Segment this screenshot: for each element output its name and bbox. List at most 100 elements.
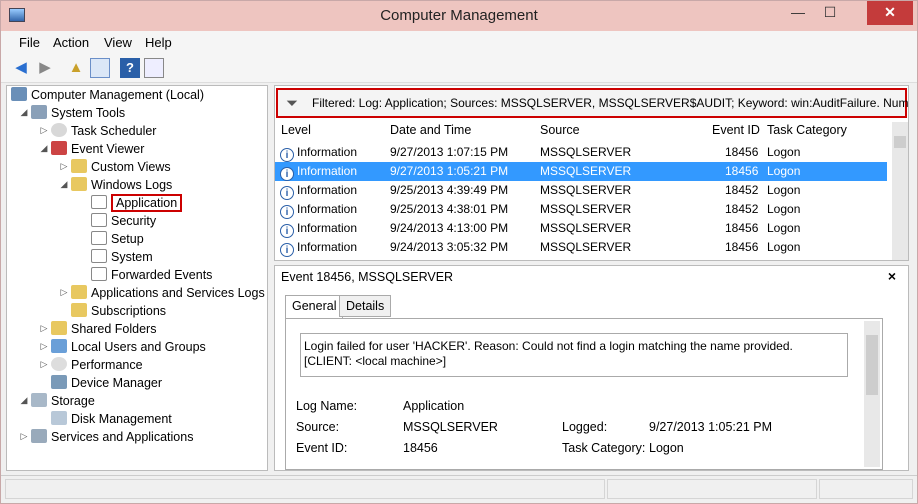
tree-storage[interactable]: Storage: [31, 392, 95, 410]
information-icon: i: [280, 167, 294, 181]
event-message[interactable]: Login failed for user 'HACKER'. Reason: …: [300, 333, 848, 377]
log-icon: [91, 195, 107, 209]
tree-windows-logs[interactable]: Windows Logs: [71, 176, 172, 194]
event-level: i Information: [280, 183, 357, 200]
expand-arrow-icon[interactable]: ▷: [39, 359, 49, 370]
tree-disk-management[interactable]: Disk Management: [51, 410, 172, 428]
tree-local-users[interactable]: Local Users and Groups: [51, 338, 206, 356]
menu-bar: File Action View Help: [1, 31, 917, 53]
scroll-thumb[interactable]: [894, 136, 906, 148]
close-button[interactable]: ✕: [867, 1, 913, 25]
clock-icon: [51, 123, 67, 137]
tree-shared-folders[interactable]: Shared Folders: [51, 320, 156, 338]
event-row[interactable]: i Information 9/27/2013 1:07:15 PM MSSQLSER…: [275, 143, 887, 162]
column-event-id[interactable]: Event ID: [712, 123, 760, 143]
event-date: 9/27/2013 1:05:21 PM: [390, 164, 509, 178]
expand-arrow-icon[interactable]: ▷: [39, 341, 49, 352]
disk-icon: [51, 411, 67, 425]
event-row[interactable]: i Information 9/25/2013 4:38:01 PM MSSQLSER…: [275, 200, 887, 219]
tree-security[interactable]: Security: [91, 212, 156, 230]
information-icon: i: [280, 224, 294, 238]
console-tree: Computer Management (Local) ◢ System Too…: [6, 85, 268, 471]
log-icon: [91, 267, 107, 281]
shared-folder-icon: [51, 321, 67, 335]
expand-arrow-icon[interactable]: ▷: [19, 431, 29, 442]
tree-services-apps[interactable]: Services and Applications: [31, 428, 193, 446]
information-icon: i: [280, 148, 294, 162]
tab-general[interactable]: General: [285, 295, 344, 319]
tree-custom-views[interactable]: Custom Views: [71, 158, 171, 176]
log-icon: [91, 249, 107, 263]
event-category: Logon: [767, 202, 801, 216]
event-row[interactable]: i Information 9/24/2013 3:05:32 PM MSSQLSER…: [275, 238, 887, 257]
collapse-arrow-icon[interactable]: ◢: [19, 395, 29, 406]
column-level[interactable]: Level: [281, 123, 311, 143]
tree-root[interactable]: Computer Management (Local): [11, 86, 204, 104]
detail-title: Event 18456, MSSQLSERVER: [281, 270, 454, 284]
event-row[interactable]: i Information 9/25/2013 4:39:49 PM MSSQLSER…: [275, 181, 887, 200]
event-source: MSSQLSERVER: [540, 164, 632, 178]
maximize-button[interactable]: ☐: [815, 1, 845, 25]
event-row[interactable]: i Information 9/27/2013 1:05:21 PM MSSQLSER…: [275, 162, 887, 181]
logged-value: 9/27/2013 1:05:21 PM: [649, 420, 773, 434]
column-task-category[interactable]: Task Category: [767, 123, 847, 143]
column-date-time[interactable]: Date and Time: [390, 123, 471, 143]
tree-application[interactable]: Application: [91, 194, 183, 212]
column-source[interactable]: Source: [540, 123, 580, 143]
menu-action[interactable]: Action: [53, 35, 89, 50]
tab-details[interactable]: Details: [339, 295, 392, 317]
tree-system-tools[interactable]: System Tools: [31, 104, 125, 122]
status-segment: [607, 479, 817, 499]
collapse-arrow-icon[interactable]: ◢: [19, 107, 29, 118]
event-id-label: Event ID:: [296, 441, 348, 455]
show-hide-tree-icon[interactable]: [90, 58, 110, 78]
tree-subscriptions[interactable]: Subscriptions: [71, 302, 166, 320]
title-bar[interactable]: Computer Management — ☐ ✕: [1, 1, 917, 31]
detail-scroll-thumb[interactable]: [866, 335, 878, 395]
event-list-pane: ⏷ Filtered: Log: Application; Sources: M…: [274, 85, 909, 261]
expand-arrow-icon[interactable]: ▷: [39, 323, 49, 334]
back-arrow-icon[interactable]: ◀: [11, 58, 31, 78]
help-icon[interactable]: ?: [120, 58, 140, 78]
event-row[interactable]: i Information 9/24/2013 4:13:00 PM MSSQLSER…: [275, 219, 887, 238]
event-date: 9/25/2013 4:39:49 PM: [390, 183, 509, 197]
minimize-button[interactable]: —: [783, 1, 813, 25]
event-level: i Information: [280, 145, 357, 162]
detail-close-icon[interactable]: ×: [888, 268, 896, 284]
collapse-arrow-icon[interactable]: ◢: [59, 179, 69, 190]
tree-apps-services-logs[interactable]: Applications and Services Logs: [71, 284, 265, 302]
computer-management-window: Computer Management — ☐ ✕ File Action Vi…: [0, 0, 918, 504]
properties-pane-icon[interactable]: [144, 58, 164, 78]
event-list-scrollbar[interactable]: [892, 122, 908, 260]
detail-scrollbar[interactable]: [864, 321, 880, 467]
storage-icon: [31, 393, 47, 407]
menu-file[interactable]: File: [19, 35, 40, 50]
event-id: 18452: [725, 202, 759, 216]
event-category: Logon: [767, 145, 801, 159]
general-panel: Login failed for user 'HACKER'. Reason: …: [285, 318, 883, 470]
event-category: Logon: [767, 164, 801, 178]
menu-view[interactable]: View: [104, 35, 132, 50]
collapse-arrow-icon[interactable]: ◢: [39, 143, 49, 154]
status-segment: [5, 479, 605, 499]
event-date: 9/24/2013 4:13:00 PM: [390, 221, 509, 235]
up-folder-icon[interactable]: ▲: [66, 58, 86, 78]
tree-forwarded-events[interactable]: Forwarded Events: [91, 266, 212, 284]
expand-arrow-icon[interactable]: ▷: [59, 161, 69, 172]
toolbar: ◀ ▶ ▲ ?: [1, 53, 917, 83]
tree-performance[interactable]: Performance: [51, 356, 143, 374]
tree-event-viewer[interactable]: Event Viewer: [51, 140, 144, 158]
tree-device-manager[interactable]: Device Manager: [51, 374, 162, 392]
performance-icon: [51, 357, 67, 371]
tree-task-scheduler[interactable]: Task Scheduler: [51, 122, 156, 140]
forward-arrow-icon[interactable]: ▶: [35, 58, 55, 78]
expand-arrow-icon[interactable]: ▷: [39, 125, 49, 136]
event-date: 9/27/2013 1:07:15 PM: [390, 145, 509, 159]
tree-setup[interactable]: Setup: [91, 230, 144, 248]
menu-help[interactable]: Help: [145, 35, 172, 50]
log-name-label: Log Name:: [296, 399, 358, 413]
task-category-label: Task Category:: [562, 441, 646, 455]
expand-arrow-icon[interactable]: ▷: [59, 287, 69, 298]
information-icon: i: [280, 243, 294, 257]
tree-system[interactable]: System: [91, 248, 153, 266]
